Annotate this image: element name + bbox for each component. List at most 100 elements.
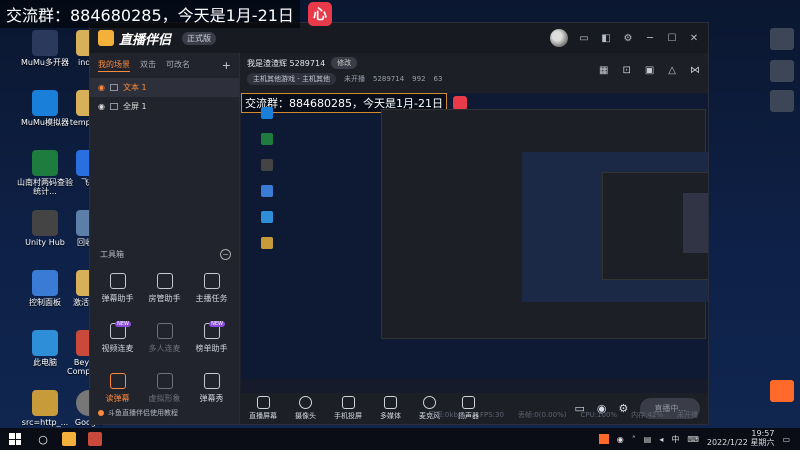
bell-icon[interactable]: △ (668, 65, 676, 76)
lock-icon[interactable] (109, 103, 118, 110)
room-info: 我是渣渣辉 5289714 修改 主机其他游戏 - 主机其他 未开播 52897… (241, 53, 708, 87)
tool-room-admin[interactable]: 房管助手 (141, 273, 188, 315)
help-icon (98, 410, 104, 416)
monitor-icon (256, 395, 270, 409)
avatar-icon (156, 373, 173, 389)
tool-video-link[interactable]: NEW 视频连麦 (94, 321, 141, 365)
eye-icon[interactable]: ◉ (98, 83, 105, 92)
nested-preview-4 (683, 193, 708, 253)
banner-text: 交流群：884680285，今天是1月-21日 (0, 0, 300, 28)
camera-icon (299, 395, 312, 409)
live-status: 未开播 (343, 75, 365, 83)
app-name: 直播伴侣 (119, 32, 172, 48)
chevron-up-icon[interactable]: ˄ (632, 435, 636, 444)
version-badge[interactable]: 正式版 (182, 31, 217, 45)
preview-icon (245, 107, 289, 129)
skin-icon[interactable]: ◧ (600, 33, 612, 44)
tray-app-icon[interactable] (598, 434, 609, 444)
phone-icon (341, 395, 355, 409)
taskbar-app[interactable] (56, 428, 82, 450)
preview-desktop-icons (245, 107, 289, 259)
nested-preview-2 (522, 152, 708, 302)
tab-double-click[interactable]: 双击 (140, 59, 156, 72)
tray-app-icon[interactable] (770, 380, 794, 402)
message-icon[interactable]: ▭ (578, 33, 590, 44)
settings-icon[interactable]: ⚙ (622, 33, 634, 44)
scene-item[interactable]: ◉ 文本 1 (90, 78, 239, 97)
clock[interactable]: 19:57 2022/1/22 星期六 (706, 429, 775, 448)
network-icon[interactable]: ▤ (644, 435, 652, 444)
play-icon (384, 395, 397, 409)
toolbox-title: 工具箱 (100, 250, 124, 259)
admin-icon (156, 273, 173, 289)
store-icon[interactable]: ▦ (599, 65, 608, 76)
stream-state: 未开播 (677, 411, 698, 419)
toolbox-header: 工具箱 − (100, 249, 231, 260)
scene-tabs: 我的场景 双击 可改名 + (90, 53, 239, 78)
avatar[interactable] (550, 29, 568, 47)
preview-icon (245, 133, 289, 155)
memory-usage: 内存:42% (631, 411, 663, 419)
minimize-icon[interactable]: ─ (644, 33, 656, 44)
status-bar: 码率:0kbps FPS:30 丢帧:0(0.00%) CPU:100% 内存:… (241, 408, 708, 422)
desktop-right-icon[interactable] (770, 60, 794, 82)
taskbar-app[interactable] (82, 428, 108, 450)
mic-icon (423, 395, 436, 409)
preview-icon (245, 237, 289, 259)
preview-icon (245, 159, 289, 181)
tool-rank-helper[interactable]: NEW 榜单助手 (188, 321, 235, 365)
maximize-icon[interactable]: ☐ (666, 33, 678, 44)
ime-indicator[interactable]: 中 (671, 434, 679, 445)
collapse-icon[interactable]: − (220, 249, 231, 260)
windows-taskbar: ○ ◉ ˄ ▤ ◂ 中 ⌨ 19:57 2022/1/22 星期六 ▭ (0, 428, 800, 450)
read-danmu-icon (109, 373, 126, 389)
toolbox-grid: 弹幕助手 房管助手 主播任务 NEW 视频连麦 多人连麦 NEW 榜单助手 读弹幕 … (94, 273, 235, 415)
multi-link-icon (156, 323, 173, 339)
preview-icon (245, 185, 289, 207)
search-button[interactable]: ○ (30, 428, 56, 450)
tv-icon (203, 373, 220, 389)
netease-logo-icon: 心 (307, 2, 332, 26)
desktop-right-icon[interactable] (770, 90, 794, 112)
close-icon[interactable]: ✕ (688, 33, 700, 44)
scene-panel: 我的场景 双击 可改名 + ◉ 文本 1 ◉ 全屏 1 工具箱 − 弹幕助手 房… (90, 53, 240, 424)
unlock-icon[interactable]: ⊡ (622, 65, 630, 76)
start-button[interactable] (0, 433, 30, 445)
tool-danmu-show[interactable]: 弹幕秀 (188, 373, 235, 415)
keyboard-icon[interactable]: ⌨ (687, 435, 699, 444)
new-badge: NEW (115, 321, 131, 327)
edit-button[interactable]: 修改 (331, 57, 358, 69)
eye-icon[interactable]: ◉ (98, 102, 105, 111)
help-link[interactable]: 斗鱼直播伴侣使用教程 (98, 408, 178, 418)
system-tray: ◉ ˄ ▤ ◂ 中 ⌨ 19:57 2022/1/22 星期六 ▭ (598, 429, 800, 448)
clock-date: 2022/1/22 星期六 (706, 438, 775, 447)
gift-icon[interactable]: ▣ (645, 65, 654, 76)
speaker-icon (462, 395, 475, 409)
scene-label: 文本 1 (122, 83, 147, 92)
tool-danmu-helper[interactable]: 弹幕助手 (94, 273, 141, 315)
room-title: 我是渣渣辉 5289714 (247, 58, 326, 68)
lock-icon[interactable] (109, 84, 118, 91)
new-badge: NEW (209, 321, 225, 327)
follower-count: 63 (433, 75, 443, 83)
scene-label: 全屏 1 (122, 102, 147, 111)
tray-icon[interactable]: ◉ (617, 435, 624, 444)
add-scene-icon[interactable]: + (222, 59, 231, 72)
task-icon (203, 273, 220, 289)
tool-host-tasks[interactable]: 主播任务 (188, 273, 235, 315)
volume-icon[interactable]: ◂ (659, 435, 663, 444)
tab-rename[interactable]: 可改名 (166, 59, 190, 72)
desktop-right-icon[interactable] (770, 28, 794, 50)
tab-my-scenes[interactable]: 我的场景 (98, 59, 130, 72)
stream-preview[interactable]: 交流群：884680285，今天是1月-21日 (241, 93, 708, 393)
room-id: 5289714 (372, 75, 405, 83)
share-icon[interactable]: ⋈ (690, 65, 700, 76)
preview-icon (245, 211, 289, 233)
fps: FPS:30 (479, 411, 504, 419)
bitrate: 码率:0kbps (428, 411, 466, 419)
category-pill[interactable]: 主机其他游戏 - 主机其他 (247, 73, 336, 85)
tool-multi-link[interactable]: 多人连麦 (141, 323, 188, 365)
scene-item[interactable]: ◉ 全屏 1 (90, 97, 239, 116)
notification-icon[interactable]: ▭ (782, 435, 790, 444)
nested-app-preview (381, 109, 708, 339)
